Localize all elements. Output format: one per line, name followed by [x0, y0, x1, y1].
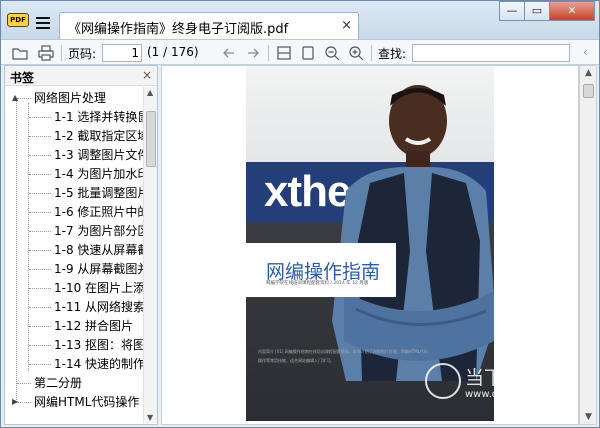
bookmark-item[interactable]: 1-8 快速从屏幕截 — [54, 240, 145, 260]
bookmark-tree: 网络图片处理 ▲ 1-1 选择并转换鼠 1-2 截取指定区域 1-3 调整图片文件 1-4… — [5, 87, 145, 423]
tree-connector — [29, 212, 51, 213]
tree-connector — [29, 174, 51, 175]
open-folder-icon[interactable] — [11, 44, 29, 62]
watermark-url: www.downxia.com — [465, 389, 559, 400]
tab-title: 《网编操作指南》终身电子订阅版.pdf — [68, 22, 289, 37]
bookmark-section[interactable]: 网络图片处理 — [34, 88, 106, 108]
minimize-button[interactable]: — — [499, 1, 525, 21]
tree-connector — [29, 231, 51, 232]
scroll-thumb[interactable] — [146, 111, 156, 167]
tree-connector — [29, 117, 51, 118]
bookmark-item[interactable]: 1-12 拼合图片 — [54, 316, 133, 336]
watermark-logo-icon — [425, 363, 461, 399]
search-label: 查找: — [378, 47, 407, 61]
tree-connector — [29, 345, 51, 346]
bookmarks-title: 书签 — [10, 71, 35, 85]
bookmarks-header: 书签 × — [5, 66, 157, 86]
bookmark-item[interactable]: 1-13 抠图：将图 — [54, 335, 145, 355]
toolbar: 页码: 1 (1 / 176) 查找: ‹ — [1, 39, 599, 65]
scroll-thumb[interactable] — [583, 84, 594, 98]
search-input[interactable] — [412, 44, 570, 62]
bookmarks-scrollbar[interactable]: ▲ ▼ — [143, 87, 157, 423]
scroll-down-icon[interactable]: ▼ — [147, 413, 153, 422]
tree-connector — [29, 307, 51, 308]
toolbar-separator — [268, 45, 269, 61]
watermark-cn-text: 当下软件园 — [465, 367, 561, 389]
tree-connector — [17, 383, 31, 384]
pdf-logo-icon[interactable]: PDF — [7, 13, 29, 27]
print-icon[interactable] — [37, 44, 55, 62]
tree-guide-line — [16, 98, 17, 402]
close-button[interactable]: ✕ — [549, 1, 595, 21]
bookmarks-close-icon[interactable]: × — [142, 68, 152, 82]
bookmark-item[interactable]: 1-14 快速的制作 — [54, 354, 145, 374]
bookmark-item[interactable]: 1-3 调整图片文件 — [54, 145, 145, 165]
scroll-up-icon[interactable]: ▲ — [147, 88, 153, 97]
cover-fine-print: 内容简介 [01] 网编操作指南在线培训课程配套资料，本书介绍了网络图片处理、网… — [258, 349, 428, 363]
scroll-down-icon[interactable]: ▼ — [585, 412, 592, 422]
zoom-in-icon[interactable] — [347, 44, 365, 62]
tab-close-icon[interactable]: × — [341, 18, 352, 33]
tree-connector — [17, 98, 31, 99]
bookmarks-panel: 书签 × 网络图片处理 ▲ 1-1 选择并转换鼠 1-2 截取指定区域 1-3 调整图片… — [4, 65, 158, 425]
tree-connector — [29, 155, 51, 156]
search-prev-icon[interactable]: ‹ — [583, 45, 588, 59]
tree-connector — [29, 136, 51, 137]
bookmark-item[interactable]: 1-6 修正照片中的 — [54, 202, 145, 222]
tree-connector — [29, 193, 51, 194]
tree-connector — [29, 288, 51, 289]
bookmark-item[interactable]: 1-7 为图片部分区 — [54, 221, 145, 241]
tree-connector — [29, 326, 51, 327]
expand-triangle-icon[interactable]: ▶ — [12, 397, 18, 406]
bookmark-item[interactable]: 1-10 在图片上添 — [54, 278, 145, 298]
tree-connector — [29, 250, 51, 251]
previous-page-icon[interactable] — [220, 44, 238, 62]
bookmark-item[interactable]: 1-1 选择并转换鼠 — [54, 107, 145, 127]
bookmark-item[interactable]: 1-5 批量调整图片 — [54, 183, 145, 203]
guide-subtitle: 网编学院在线培训课程配套资料 / 2014 年 12 月版 — [266, 281, 369, 286]
fit-page-icon[interactable] — [299, 44, 317, 62]
bookmark-item[interactable]: 1-11 从网络搜索 — [54, 297, 145, 317]
window-controls: — ▭ ✕ — [499, 1, 595, 23]
hamburger-menu-icon[interactable] — [36, 17, 50, 29]
page-label: 页码: — [68, 47, 97, 61]
title-bar: PDF 《网编操作指南》终身电子订阅版.pdf × — ▭ ✕ — [1, 1, 599, 39]
tree-guide-line — [28, 103, 29, 371]
tree-connector — [29, 269, 51, 270]
site-watermark: 当下软件园 www.downxia.com — [425, 363, 585, 413]
fit-width-icon[interactable] — [275, 44, 293, 62]
bookmark-section[interactable]: 第二分册 — [34, 373, 82, 393]
bookmark-item[interactable]: 1-2 截取指定区域 — [54, 126, 145, 146]
bookmark-item[interactable]: 1-9 从屏幕截图并 — [54, 259, 145, 279]
bookmark-section[interactable]: 网编HTML代码操作 — [34, 392, 139, 412]
page-count: (1 / 176) — [147, 45, 199, 59]
toolbar-separator — [371, 45, 372, 61]
document-tab[interactable]: 《网编操作指南》终身电子订阅版.pdf × — [59, 12, 359, 39]
tree-connector — [29, 364, 51, 365]
restore-button[interactable]: ▭ — [524, 1, 550, 21]
scroll-up-icon[interactable]: ▲ — [585, 68, 592, 78]
app-window: PDF 《网编操作指南》终身电子订阅版.pdf × — ▭ ✕ 页码: 1 (1… — [0, 0, 600, 428]
collapse-triangle-icon[interactable]: ▲ — [12, 93, 18, 102]
bookmark-item[interactable]: 1-4 为图片加水印 — [54, 164, 145, 184]
toolbar-separator — [61, 45, 62, 61]
tree-connector — [17, 402, 31, 403]
next-page-icon[interactable] — [244, 44, 262, 62]
zoom-out-icon[interactable] — [323, 44, 341, 62]
page-number-input[interactable]: 1 — [102, 44, 142, 62]
